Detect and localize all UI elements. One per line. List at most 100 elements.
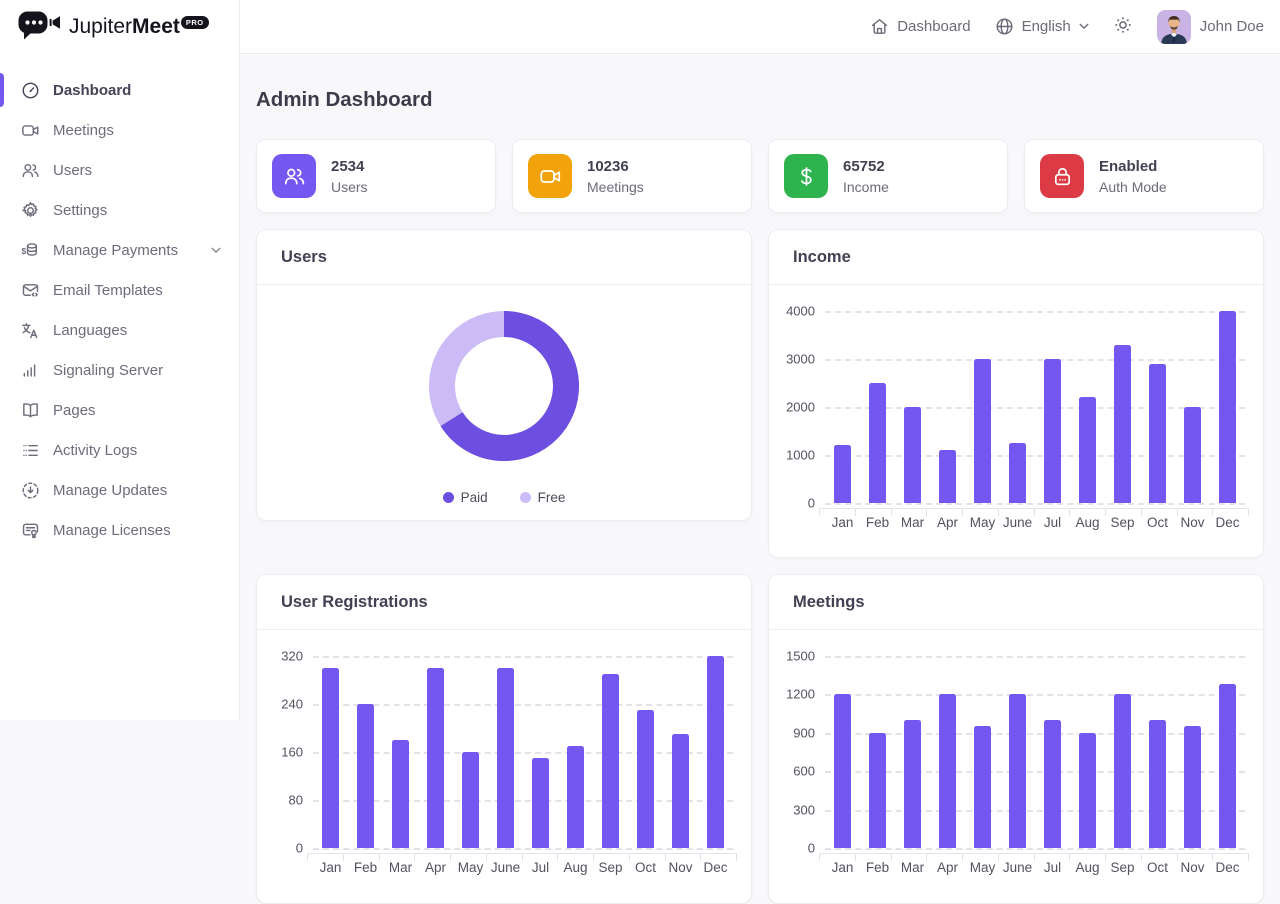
brand-logo[interactable]: JupiterMeet PRO — [0, 0, 239, 54]
list-icon — [21, 441, 40, 460]
sidebar-item-meetings[interactable]: Meetings — [0, 110, 239, 150]
y-tick-label: 240 — [281, 696, 303, 712]
x-tick-label: Mar — [388, 860, 413, 875]
x-tick-label: Aug — [563, 860, 588, 875]
bar-column — [593, 674, 628, 848]
bar-column — [1105, 344, 1140, 503]
bar-mar — [904, 407, 921, 503]
update-icon — [21, 481, 40, 500]
globe-icon — [995, 17, 1014, 36]
stat-card-meetings: 10236 Meetings — [512, 139, 752, 213]
bar-oct — [1149, 363, 1166, 503]
x-tick-label: Apr — [936, 860, 958, 875]
x-tick-labels: Jan Feb Mar Apr May June Jul Aug Sep Oct Nov Dec — [825, 860, 1245, 875]
x-tick-label: Apr — [936, 515, 958, 530]
chart-title: User Registrations — [257, 575, 751, 630]
bar-mar — [392, 740, 409, 848]
sidebar-item-pages[interactable]: Pages — [0, 390, 239, 430]
y-tick-label: 300 — [793, 802, 815, 818]
x-tick-label: Feb — [353, 860, 378, 875]
x-tick-label: Sep — [1110, 515, 1135, 530]
bar-nov — [1184, 407, 1201, 503]
theme-toggle-button[interactable] — [1113, 15, 1133, 38]
sidebar-item-manage-updates[interactable]: Manage Updates — [0, 470, 239, 510]
sidebar-item-manage-licenses[interactable]: Manage Licenses — [0, 510, 239, 550]
x-tick-label: June — [1002, 860, 1033, 875]
bar-column — [558, 746, 593, 848]
sidebar-item-label: Languages — [53, 321, 128, 339]
topbar-dashboard-link[interactable]: Dashboard — [870, 17, 971, 36]
translate-icon — [21, 321, 40, 340]
bar-column — [1070, 732, 1105, 848]
sidebar-item-email-templates[interactable]: Email Templates — [0, 270, 239, 310]
language-selector[interactable]: English — [995, 17, 1089, 36]
legend-label: Free — [537, 490, 566, 505]
bar-column — [1105, 694, 1140, 848]
chart-title: Users — [257, 230, 751, 285]
x-tick-label: May — [969, 860, 996, 875]
bar-oct — [1149, 720, 1166, 848]
bar-feb — [869, 732, 886, 848]
sidebar-item-signaling-server[interactable]: Signaling Server — [0, 350, 239, 390]
x-tick-label: Apr — [424, 860, 446, 875]
gridline — [825, 503, 1245, 505]
legend-item-paid[interactable]: Paid — [442, 490, 488, 505]
dollar-icon — [784, 154, 828, 198]
user-menu[interactable]: John Doe — [1156, 9, 1264, 44]
donut-chart — [429, 311, 579, 461]
bar-column — [965, 726, 1000, 848]
sidebar-item-settings[interactable]: Settings — [0, 190, 239, 230]
x-tick-label: June — [1002, 515, 1033, 530]
sidebar-item-dashboard[interactable]: Dashboard — [0, 70, 239, 110]
bar-oct — [637, 710, 654, 848]
bar-plot — [825, 656, 1245, 848]
video-chat-icon — [16, 9, 62, 46]
chart-card-user-registrations: User Registrations 320 240 160 80 0 Jan Feb Mar A… — [256, 574, 752, 904]
bar-may — [974, 726, 991, 848]
chart-body: 4000 3000 2000 1000 0 Jan Feb Mar Apr May June Jul A… — [769, 285, 1263, 556]
stat-value: 65752 — [843, 157, 885, 175]
bar-sep — [1114, 344, 1131, 503]
sidebar-item-label: Pages — [53, 401, 96, 419]
bar-apr — [939, 450, 956, 503]
book-icon — [21, 401, 40, 420]
legend-item-free[interactable]: Free — [519, 490, 566, 505]
bar-jul — [532, 758, 549, 848]
sidebar-item-label: Settings — [53, 201, 108, 219]
sidebar-item-label: Users — [53, 161, 93, 179]
bar-column — [1000, 694, 1035, 848]
bar-jan — [834, 694, 851, 848]
bar-column — [860, 732, 895, 848]
gridline — [825, 848, 1245, 850]
x-tick-label: May — [969, 515, 996, 530]
stat-label: Auth Mode — [1099, 178, 1167, 195]
sidebar-item-activity-logs[interactable]: Activity Logs — [0, 430, 239, 470]
bar-column — [628, 710, 663, 848]
x-tick-label: Nov — [668, 860, 693, 875]
x-tick-label: Sep — [1110, 860, 1135, 875]
bar-mar — [904, 720, 921, 848]
main-area: Dashboard English John Doe Admin Dashboa… — [240, 0, 1280, 904]
y-tick-label: 900 — [793, 725, 815, 741]
sidebar-item-languages[interactable]: Languages — [0, 310, 239, 350]
y-tick-label: 0 — [807, 495, 815, 511]
bar-may — [462, 752, 479, 848]
home-icon — [870, 17, 889, 36]
gridline — [313, 848, 733, 850]
chart-body: 320 240 160 80 0 Jan Feb Mar Apr May June Jul Aug Sep… — [257, 630, 751, 902]
bar-column — [418, 668, 453, 848]
sidebar-item-users[interactable]: Users — [0, 150, 239, 190]
chart-card-meetings: Meetings 1500 1200 900 600 300 0 Jan Feb Mar Apr Ma… — [768, 574, 1264, 904]
x-tick-label: June — [490, 860, 521, 875]
sidebar-item-manage-payments[interactable]: $ Manage Payments — [0, 230, 239, 270]
sidebar-item-label: Email Templates — [53, 281, 163, 299]
avatar[interactable] — [1156, 9, 1191, 44]
x-tick-label: Dec — [703, 860, 728, 875]
y-tick-label: 2000 — [786, 399, 815, 415]
bar-feb — [357, 704, 374, 848]
app-window: JupiterMeet PRO Dashboard Meetings Users Set… — [0, 0, 1280, 904]
lock-icon — [1040, 154, 1084, 198]
sun-icon — [1113, 15, 1133, 38]
x-tick-label: Feb — [865, 860, 890, 875]
y-tick-label: 3000 — [786, 351, 815, 367]
